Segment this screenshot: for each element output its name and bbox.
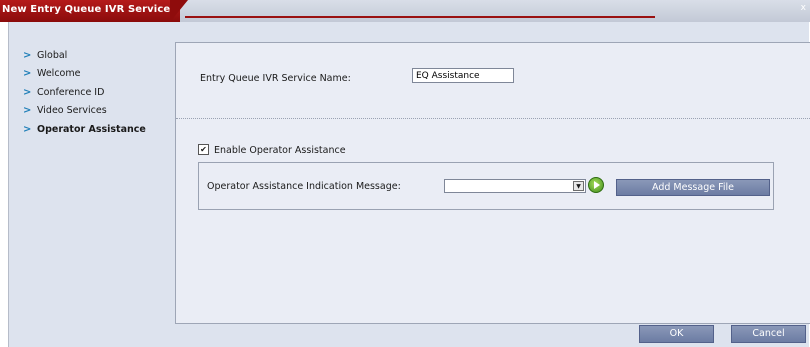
enable-operator-label: Enable Operator Assistance: [214, 145, 346, 156]
sidebar-item-global[interactable]: > Global: [23, 46, 146, 65]
section-divider: [176, 118, 810, 119]
sidebar-item-label: Global: [37, 49, 68, 61]
ok-button[interactable]: OK: [639, 325, 714, 343]
close-icon[interactable]: x: [801, 3, 806, 13]
play-message-icon[interactable]: [588, 177, 604, 193]
chevron-right-icon: >: [23, 105, 32, 117]
sidebar-item-label: Video Services: [37, 105, 107, 117]
service-name-label: Entry Queue IVR Service Name:: [200, 73, 351, 84]
title-accent-line: [185, 16, 655, 18]
chevron-right-icon: >: [23, 49, 32, 61]
sidebar-item-video-services[interactable]: > Video Services: [23, 102, 146, 121]
sidebar-item-label: Conference ID: [37, 86, 105, 98]
settings-panel: Entry Queue IVR Service Name: ✔ Enable O…: [175, 42, 810, 324]
sidebar-item-welcome[interactable]: > Welcome: [23, 65, 146, 84]
sidebar-item-label: Welcome: [37, 68, 81, 80]
chevron-right-icon: >: [23, 123, 32, 135]
sidebar-item-operator-assistance[interactable]: > Operator Assistance: [23, 120, 146, 139]
sidebar-item-conference-id[interactable]: > Conference ID: [23, 83, 146, 102]
chevron-down-icon[interactable]: ▼: [573, 181, 584, 191]
dialog-body: > Global > Welcome > Conference ID > Vid…: [8, 22, 810, 347]
indication-message-group: Operator Assistance Indication Message: …: [198, 162, 774, 210]
indication-message-select[interactable]: ▼: [444, 179, 586, 193]
chevron-right-icon: >: [23, 68, 32, 80]
title-tab-edge: [170, 0, 188, 22]
sidebar-item-label: Operator Assistance: [37, 123, 146, 135]
chevron-right-icon: >: [23, 86, 32, 98]
add-message-file-button[interactable]: Add Message File: [616, 179, 770, 196]
cancel-button[interactable]: Cancel: [731, 325, 806, 343]
enable-operator-checkbox[interactable]: ✔: [198, 144, 209, 155]
window-title: New Entry Queue IVR Service: [2, 4, 171, 15]
indication-message-label: Operator Assistance Indication Message:: [207, 181, 401, 192]
sidebar-nav: > Global > Welcome > Conference ID > Vid…: [23, 46, 146, 139]
title-bar: New Entry Queue IVR Service x: [0, 0, 810, 22]
service-name-input[interactable]: [412, 68, 514, 83]
